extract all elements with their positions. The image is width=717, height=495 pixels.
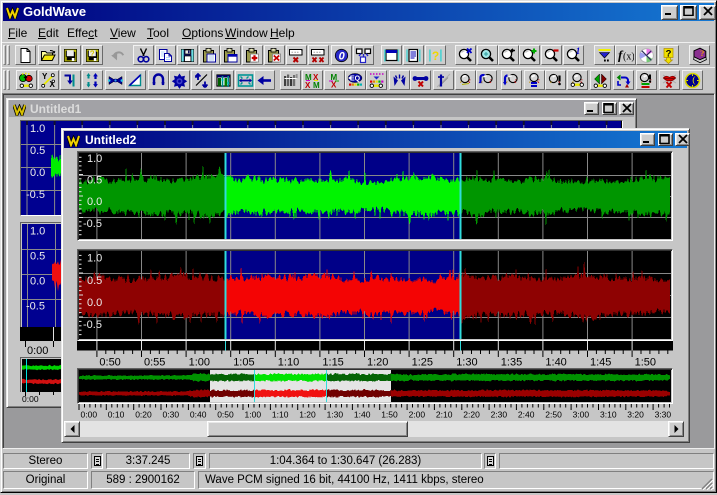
svg-text:0.0: 0.0	[87, 297, 102, 309]
svg-text:0.0: 0.0	[87, 196, 102, 208]
svg-text:3:30: 3:30	[655, 410, 672, 420]
svg-text:0:00: 0:00	[81, 410, 98, 420]
svg-text:?: ?	[432, 49, 439, 63]
svg-text:1:15: 1:15	[322, 357, 343, 369]
svg-text:1.0: 1.0	[87, 253, 102, 265]
svg-text:1:10: 1:10	[272, 410, 289, 420]
svg-text:1.0: 1.0	[30, 123, 45, 135]
svg-text:X: X	[331, 81, 337, 90]
svg-text:1:00: 1:00	[245, 410, 262, 420]
svg-text:0.0: 0.0	[30, 276, 45, 288]
svg-text:-0.5: -0.5	[83, 218, 102, 230]
svg-text:0:55: 0:55	[144, 357, 165, 369]
svg-text:1: 1	[576, 47, 581, 56]
svg-text:Y: Y	[42, 72, 48, 81]
svg-text:0:50: 0:50	[217, 410, 234, 420]
svg-text:3:00: 3:00	[573, 410, 590, 420]
svg-text:0: 0	[339, 51, 346, 63]
svg-text:2:20: 2:20	[463, 410, 480, 420]
svg-text:0.0: 0.0	[30, 167, 45, 179]
svg-text:2:00: 2:00	[409, 410, 426, 420]
svg-text:2:50: 2:50	[545, 410, 562, 420]
svg-text:0:30: 0:30	[163, 410, 180, 420]
svg-text:3:20: 3:20	[627, 410, 644, 420]
svg-text:0:40: 0:40	[190, 410, 207, 420]
svg-text:0:20: 0:20	[135, 410, 152, 420]
svg-text:-0.5: -0.5	[83, 319, 102, 331]
svg-text:-0.5: -0.5	[26, 189, 45, 201]
svg-text:0:10: 0:10	[108, 410, 125, 420]
svg-text:1.0: 1.0	[30, 226, 45, 238]
svg-text:3:10: 3:10	[600, 410, 617, 420]
svg-text:2:40: 2:40	[518, 410, 535, 420]
svg-text:1.0: 1.0	[87, 153, 102, 165]
svg-text:0:50: 0:50	[99, 357, 120, 369]
svg-text:EQ: EQ	[350, 76, 361, 83]
svg-text:?: ?	[700, 48, 704, 58]
svg-text:0.5: 0.5	[87, 275, 102, 287]
svg-text:X: X	[305, 81, 311, 89]
svg-text:1:20: 1:20	[367, 357, 388, 369]
svg-text:1:30: 1:30	[327, 410, 344, 420]
svg-text:1:40: 1:40	[545, 357, 566, 369]
svg-text:(x): (x)	[623, 52, 634, 63]
svg-text:1:35: 1:35	[501, 357, 522, 369]
svg-text:1:00: 1:00	[189, 357, 210, 369]
svg-text:0.5: 0.5	[87, 175, 102, 187]
svg-text:1:20: 1:20	[299, 410, 316, 420]
svg-text:0:00: 0:00	[22, 394, 39, 403]
svg-text:1:25: 1:25	[412, 357, 433, 369]
svg-text:0.5: 0.5	[30, 251, 45, 263]
svg-text:1:30: 1:30	[456, 357, 477, 369]
svg-text:0:00: 0:00	[27, 345, 48, 356]
svg-text:0.5: 0.5	[30, 145, 45, 157]
svg-text:1:40: 1:40	[354, 410, 371, 420]
svg-text:1:45: 1:45	[590, 357, 611, 369]
svg-text:?: ?	[89, 50, 94, 59]
svg-text:M: M	[313, 81, 320, 89]
svg-text:1:50: 1:50	[635, 357, 656, 369]
svg-text:-0.5: -0.5	[26, 301, 45, 313]
svg-text:2:10: 2:10	[436, 410, 453, 420]
svg-text:2:30: 2:30	[491, 410, 508, 420]
svg-text:1:10: 1:10	[278, 357, 299, 369]
svg-text:1:05: 1:05	[233, 357, 254, 369]
svg-text:1:50: 1:50	[381, 410, 398, 420]
